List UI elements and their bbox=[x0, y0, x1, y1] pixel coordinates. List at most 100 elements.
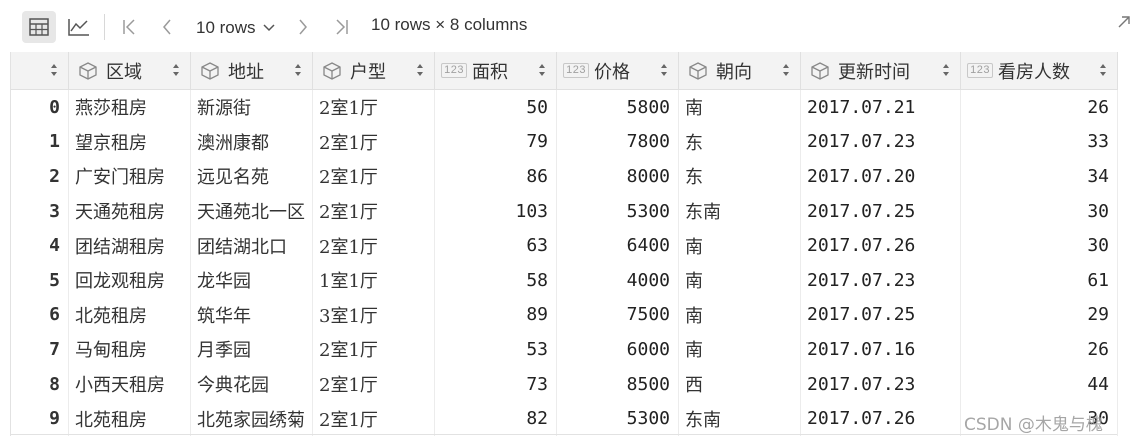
cell-update-time: 2017.07.26 bbox=[801, 228, 961, 263]
cell-viewers: 44 bbox=[961, 366, 1118, 402]
table-row[interactable]: 6 北苑租房 筑华年 3室1厅 89 7500 南 2017.07.25 29 bbox=[11, 297, 1118, 333]
chevron-down-icon bbox=[262, 18, 276, 38]
table-view-icon[interactable] bbox=[22, 11, 56, 43]
sort-icon[interactable] bbox=[660, 61, 668, 79]
cell-layout: 2室1厅 bbox=[313, 159, 435, 194]
numeric-type-icon: 123 bbox=[967, 61, 993, 81]
sort-icon[interactable] bbox=[538, 61, 546, 79]
first-page-icon[interactable] bbox=[117, 14, 141, 40]
column-header-region[interactable]: 区域 bbox=[69, 52, 191, 89]
column-header-viewers[interactable]: 123 看房人数 bbox=[961, 52, 1118, 89]
cell-address: 北苑家园绣菊 bbox=[191, 401, 313, 436]
row-index: 3 bbox=[11, 193, 69, 229]
numeric-type-badge: 123 bbox=[563, 63, 589, 78]
rows-per-page-select[interactable]: 10 rows bbox=[196, 16, 276, 40]
table-row[interactable]: 4 团结湖租房 团结湖北口 2室1厅 63 6400 南 2017.07.26 30 bbox=[11, 228, 1118, 263]
table-summary: 10 rows × 8 columns bbox=[371, 15, 528, 34]
row-index: 4 bbox=[11, 228, 69, 263]
row-index: 0 bbox=[11, 90, 69, 125]
numeric-type-badge: 123 bbox=[967, 63, 993, 78]
next-page-icon[interactable] bbox=[291, 14, 315, 40]
table-row[interactable]: 1 望京租房 澳洲康都 2室1厅 79 7800 东 2017.07.23 33 bbox=[11, 124, 1118, 160]
cube-icon bbox=[199, 61, 221, 81]
cell-address: 团结湖北口 bbox=[191, 228, 313, 263]
cell-update-time: 2017.07.26 bbox=[801, 401, 961, 436]
cell-viewers: 33 bbox=[961, 124, 1118, 160]
cell-address: 筑华年 bbox=[191, 297, 313, 333]
cell-region: 北苑租房 bbox=[69, 297, 191, 333]
cell-viewers: 30 bbox=[961, 228, 1118, 263]
cell-layout: 2室1厅 bbox=[313, 90, 435, 125]
toolbar: 10 rows 10 rows × 8 columns bbox=[0, 0, 1138, 52]
column-header-label: 户型 bbox=[350, 61, 386, 83]
sort-icon[interactable] bbox=[1099, 61, 1107, 79]
numeric-type-badge: 123 bbox=[441, 63, 467, 78]
cell-address: 月季园 bbox=[191, 332, 313, 367]
cell-price: 6400 bbox=[557, 228, 679, 263]
cell-layout: 2室1厅 bbox=[313, 124, 435, 160]
row-index: 1 bbox=[11, 124, 69, 160]
cell-address: 澳洲康都 bbox=[191, 124, 313, 160]
column-header-price[interactable]: 123 价格 bbox=[557, 52, 679, 89]
cell-update-time: 2017.07.23 bbox=[801, 124, 961, 160]
table-row[interactable]: 2 广安门租房 远见名苑 2室1厅 86 8000 东 2017.07.20 34 bbox=[11, 159, 1118, 194]
cell-viewers: 26 bbox=[961, 332, 1118, 367]
column-header-area[interactable]: 123 面积 bbox=[435, 52, 557, 89]
cell-address: 新源街 bbox=[191, 90, 313, 125]
sort-icon[interactable] bbox=[294, 61, 302, 79]
cell-address: 天通苑北一区 bbox=[191, 193, 313, 229]
sort-icon[interactable] bbox=[782, 61, 790, 79]
cell-region: 天通苑租房 bbox=[69, 193, 191, 229]
cell-area: 53 bbox=[435, 332, 557, 367]
table-row[interactable]: 5 回龙观租房 龙华园 1室1厅 58 4000 南 2017.07.23 61 bbox=[11, 262, 1118, 298]
line-chart-icon[interactable] bbox=[62, 11, 96, 43]
rows-per-page-value: 10 rows bbox=[196, 18, 256, 37]
cell-area: 58 bbox=[435, 262, 557, 298]
cell-area: 79 bbox=[435, 124, 557, 160]
row-index: 9 bbox=[11, 401, 69, 436]
cell-area: 73 bbox=[435, 366, 557, 402]
numeric-type-icon: 123 bbox=[441, 61, 467, 81]
column-header-address[interactable]: 地址 bbox=[191, 52, 313, 89]
cell-orientation: 东 bbox=[679, 124, 801, 160]
column-header-orientation[interactable]: 朝向 bbox=[679, 52, 801, 89]
cell-layout: 2室1厅 bbox=[313, 193, 435, 229]
column-header-index[interactable] bbox=[11, 52, 69, 89]
table-row[interactable]: 7 马甸租房 月季园 2室1厅 53 6000 南 2017.07.16 26 bbox=[11, 332, 1118, 367]
column-header-layout[interactable]: 户型 bbox=[313, 52, 435, 89]
cell-update-time: 2017.07.25 bbox=[801, 193, 961, 229]
cell-orientation: 东南 bbox=[679, 401, 801, 436]
column-header-label: 价格 bbox=[594, 61, 630, 83]
cell-region: 燕莎租房 bbox=[69, 90, 191, 125]
cell-price: 8500 bbox=[557, 366, 679, 402]
table-row[interactable]: 0 燕莎租房 新源街 2室1厅 50 5800 南 2017.07.21 26 bbox=[11, 90, 1118, 125]
expand-icon[interactable] bbox=[1117, 14, 1131, 34]
cube-icon bbox=[809, 61, 831, 81]
cell-orientation: 南 bbox=[679, 90, 801, 125]
cell-area: 86 bbox=[435, 159, 557, 194]
cell-address: 今典花园 bbox=[191, 366, 313, 402]
cell-orientation: 南 bbox=[679, 297, 801, 333]
numeric-type-icon: 123 bbox=[563, 61, 589, 81]
cube-icon bbox=[77, 61, 99, 81]
watermark: CSDN @木鬼与槐 bbox=[964, 415, 1103, 435]
table-row[interactable]: 8 小西天租房 今典花园 2室1厅 73 8500 西 2017.07.23 44 bbox=[11, 366, 1118, 402]
toolbar-divider bbox=[104, 14, 105, 40]
sort-icon[interactable] bbox=[416, 61, 424, 79]
sort-icon[interactable] bbox=[172, 61, 180, 79]
table-row[interactable]: 9 北苑租房 北苑家园绣菊 2室1厅 82 5300 东南 2017.07.26 30 bbox=[11, 401, 1118, 436]
cell-area: 82 bbox=[435, 401, 557, 436]
table-row[interactable]: 3 天通苑租房 天通苑北一区 2室1厅 103 5300 东南 2017.07.25 30 bbox=[11, 193, 1118, 229]
cell-update-time: 2017.07.16 bbox=[801, 332, 961, 367]
sort-icon[interactable] bbox=[942, 61, 950, 79]
cell-update-time: 2017.07.21 bbox=[801, 90, 961, 125]
sort-icon[interactable] bbox=[50, 61, 58, 79]
cell-viewers: 30 bbox=[961, 193, 1118, 229]
column-header-label: 面积 bbox=[472, 61, 508, 83]
cell-region: 团结湖租房 bbox=[69, 228, 191, 263]
column-header-update-time[interactable]: 更新时间 bbox=[801, 52, 961, 89]
last-page-icon[interactable] bbox=[330, 14, 354, 40]
cell-area: 63 bbox=[435, 228, 557, 263]
row-index: 2 bbox=[11, 159, 69, 194]
prev-page-icon[interactable] bbox=[155, 14, 179, 40]
